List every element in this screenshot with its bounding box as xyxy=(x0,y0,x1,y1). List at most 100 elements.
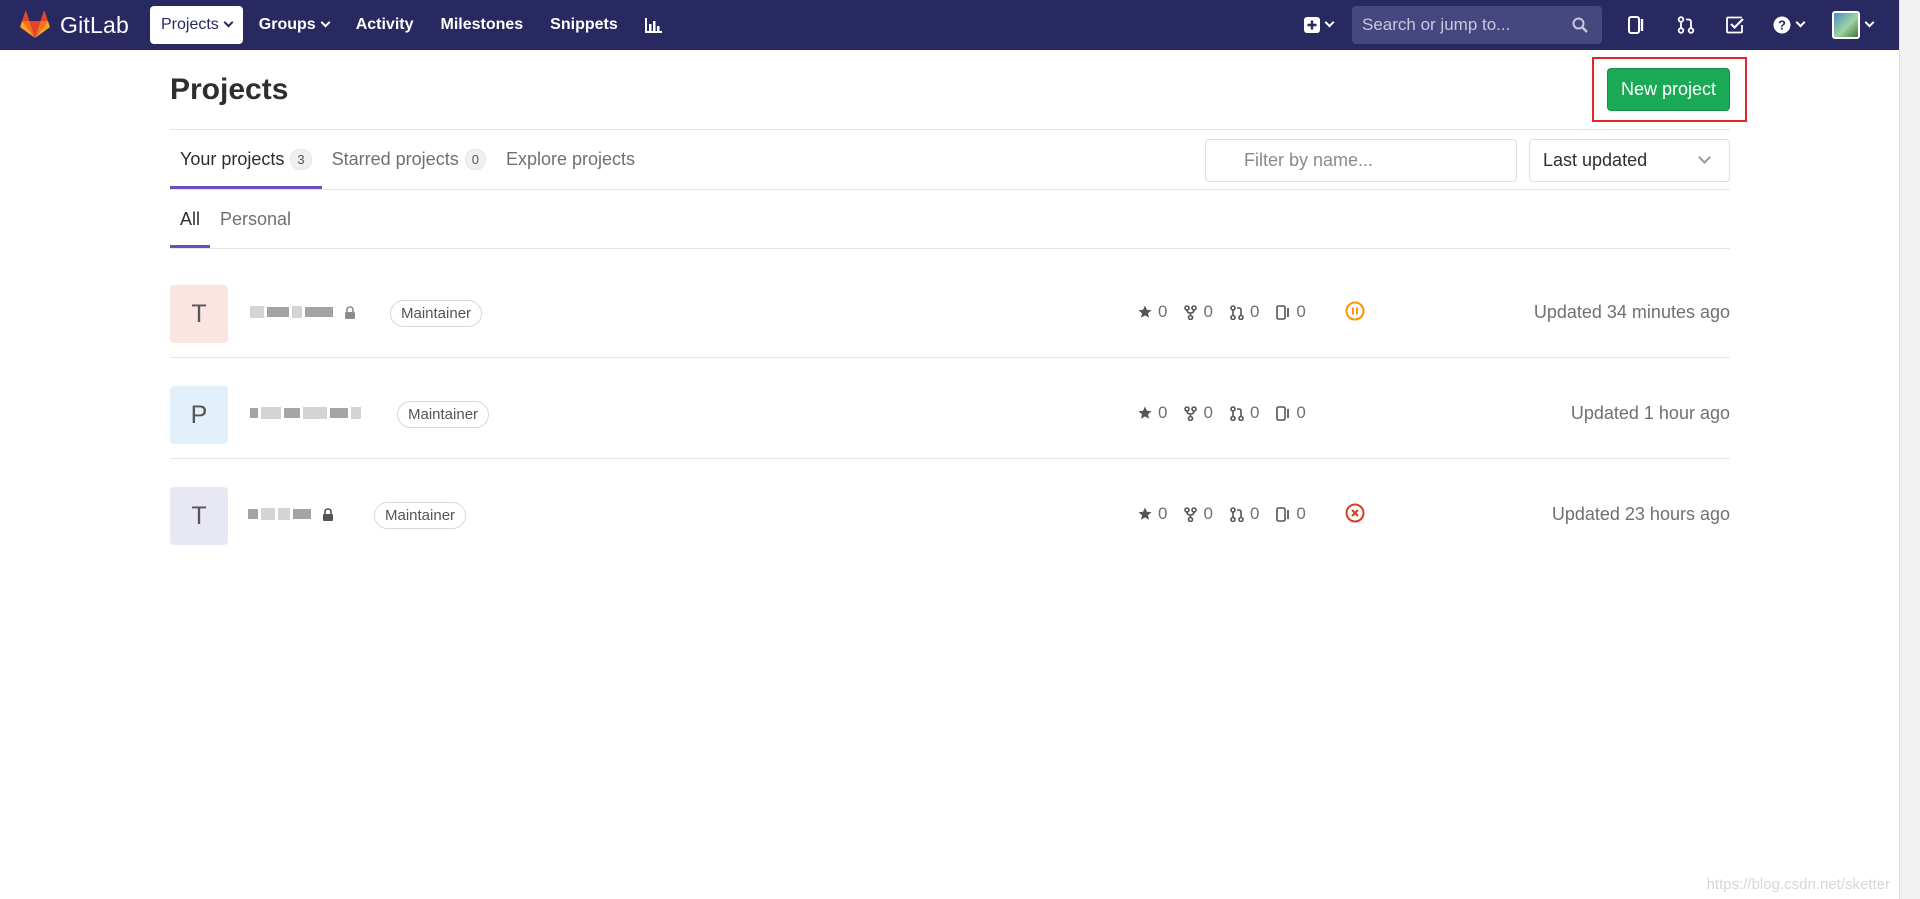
role-badge: Maintainer xyxy=(390,300,483,327)
issues-count-link[interactable]: 0 xyxy=(1276,302,1306,322)
issues-count-link[interactable]: 0 xyxy=(1276,504,1306,524)
merge-requests-count-link[interactable]: 0 xyxy=(1230,302,1259,322)
project-initial: T xyxy=(191,299,207,328)
updated-timestamp: Updated 34 minutes ago xyxy=(1533,302,1730,322)
star-icon xyxy=(1138,305,1152,318)
pipeline-status-paused[interactable] xyxy=(1345,301,1365,326)
project-row: P Maintainer 0 0 0 0 Updated 1 hour ago xyxy=(170,358,1730,459)
nav-snippets-label: Snippets xyxy=(550,16,618,33)
stars-count-link[interactable]: 0 xyxy=(1138,504,1167,524)
issues-icon xyxy=(1276,304,1290,320)
count-badge: 3 xyxy=(290,149,312,170)
merge-request-icon xyxy=(1230,506,1244,522)
watermark: https://blog.csdn.net/sketter xyxy=(1706,876,1890,893)
forks-count-link[interactable]: 0 xyxy=(1184,403,1213,423)
search-box[interactable] xyxy=(1352,6,1602,44)
svg-text:?: ? xyxy=(1778,18,1786,33)
project-avatar[interactable]: T xyxy=(170,487,228,545)
forks-count-link[interactable]: 0 xyxy=(1184,504,1213,524)
search-input[interactable] xyxy=(1362,15,1572,35)
tab-your-projects[interactable]: Your projects 3 xyxy=(170,130,322,189)
subtab-all[interactable]: All xyxy=(170,190,211,248)
fork-icon xyxy=(1184,506,1198,522)
help-dropdown[interactable]: ? xyxy=(1759,6,1817,44)
project-row: T Maintainer 0 0 0 0 Updated 23 hours ag… xyxy=(170,459,1730,560)
merge-requests-count: 0 xyxy=(1249,504,1260,523)
stars-count-link[interactable]: 0 xyxy=(1138,403,1167,423)
user-menu-dropdown[interactable] xyxy=(1817,6,1887,44)
stars-count-link[interactable]: 0 xyxy=(1138,302,1167,322)
chevron-down-icon xyxy=(1864,17,1874,28)
count-badge: 0 xyxy=(464,149,486,170)
subtab-personal[interactable]: Personal xyxy=(210,190,301,248)
nav-milestones-link[interactable]: Milestones xyxy=(429,6,534,44)
project-stats: 0 0 0 0 xyxy=(1138,504,1323,524)
chevron-down-icon xyxy=(223,17,234,28)
new-item-dropdown[interactable] xyxy=(1294,6,1342,44)
issues-count: 0 xyxy=(1296,403,1306,422)
nav-groups-dropdown[interactable]: Groups xyxy=(248,6,340,44)
issues-icon xyxy=(1627,16,1643,34)
issues-link[interactable] xyxy=(1612,6,1661,44)
tab-label: Starred projects xyxy=(331,149,459,169)
stars-count: 0 xyxy=(1158,302,1168,321)
tab-explore-projects[interactable]: Explore projects xyxy=(496,130,645,189)
star-icon xyxy=(1138,507,1152,520)
divider xyxy=(170,248,1730,249)
plus-square-icon xyxy=(1303,17,1320,33)
project-avatar[interactable]: T xyxy=(170,285,228,343)
issues-count: 0 xyxy=(1296,302,1306,321)
project-row: T Maintainer 0 0 0 0 Updated 34 minutes … xyxy=(170,257,1730,358)
star-icon xyxy=(1138,406,1152,419)
filter-by-name-input[interactable] xyxy=(1205,139,1517,182)
vertical-scrollbar[interactable] xyxy=(1899,0,1920,899)
stars-count: 0 xyxy=(1158,504,1168,523)
fork-icon xyxy=(1184,405,1198,421)
merge-requests-link[interactable] xyxy=(1661,6,1710,44)
sort-selected-value: Last updated xyxy=(1543,150,1648,170)
pause-circle-icon xyxy=(1345,301,1365,321)
todos-link[interactable] xyxy=(1710,6,1759,44)
question-circle-icon: ? xyxy=(1773,16,1790,34)
tab-label: Your projects xyxy=(180,149,285,169)
role-badge: Maintainer xyxy=(374,502,467,529)
new-project-button[interactable]: New project xyxy=(1607,68,1730,111)
sort-dropdown[interactable]: Last updated xyxy=(1529,139,1730,182)
stars-count: 0 xyxy=(1158,403,1168,422)
nav-projects-dropdown[interactable]: Projects xyxy=(150,6,243,44)
merge-requests-count-link[interactable]: 0 xyxy=(1230,504,1259,524)
project-name-link[interactable] xyxy=(250,403,361,423)
nav-analytics-link[interactable] xyxy=(634,6,673,44)
divider xyxy=(170,189,1730,190)
tab-starred-projects[interactable]: Starred projects 0 xyxy=(322,130,496,189)
close-circle-icon xyxy=(1345,503,1365,523)
nav-groups-label: Groups xyxy=(258,16,316,33)
forks-count: 0 xyxy=(1203,403,1213,422)
chevron-down-icon xyxy=(1795,17,1805,28)
updated-timestamp: Updated 1 hour ago xyxy=(1570,403,1730,423)
project-filter-subtabs: All Personal xyxy=(170,190,301,248)
project-avatar[interactable]: P xyxy=(170,386,228,444)
nav-milestones-label: Milestones xyxy=(440,16,524,33)
merge-request-icon xyxy=(1677,16,1694,34)
subtab-label: Personal xyxy=(220,208,292,229)
merge-request-icon xyxy=(1230,405,1244,421)
forks-count-link[interactable]: 0 xyxy=(1184,302,1213,322)
lock-icon xyxy=(345,305,355,319)
chevron-down-icon xyxy=(1324,17,1334,28)
project-name-link[interactable] xyxy=(248,504,334,524)
issues-icon xyxy=(1276,506,1290,522)
pipeline-status-failed[interactable] xyxy=(1345,503,1365,528)
tab-label: Explore projects xyxy=(505,149,635,169)
forks-count: 0 xyxy=(1203,302,1213,321)
merge-requests-count-link[interactable]: 0 xyxy=(1230,403,1259,423)
nav-activity-link[interactable]: Activity xyxy=(345,6,425,44)
merge-requests-count: 0 xyxy=(1249,302,1260,321)
issues-count: 0 xyxy=(1296,504,1306,523)
nav-snippets-link[interactable]: Snippets xyxy=(539,6,629,44)
gitlab-logo-icon xyxy=(20,11,50,38)
page-title: Projects xyxy=(170,73,289,106)
issues-count-link[interactable]: 0 xyxy=(1276,403,1306,423)
gitlab-home-link[interactable]: GitLab xyxy=(20,11,150,39)
project-name-link[interactable] xyxy=(250,302,356,322)
